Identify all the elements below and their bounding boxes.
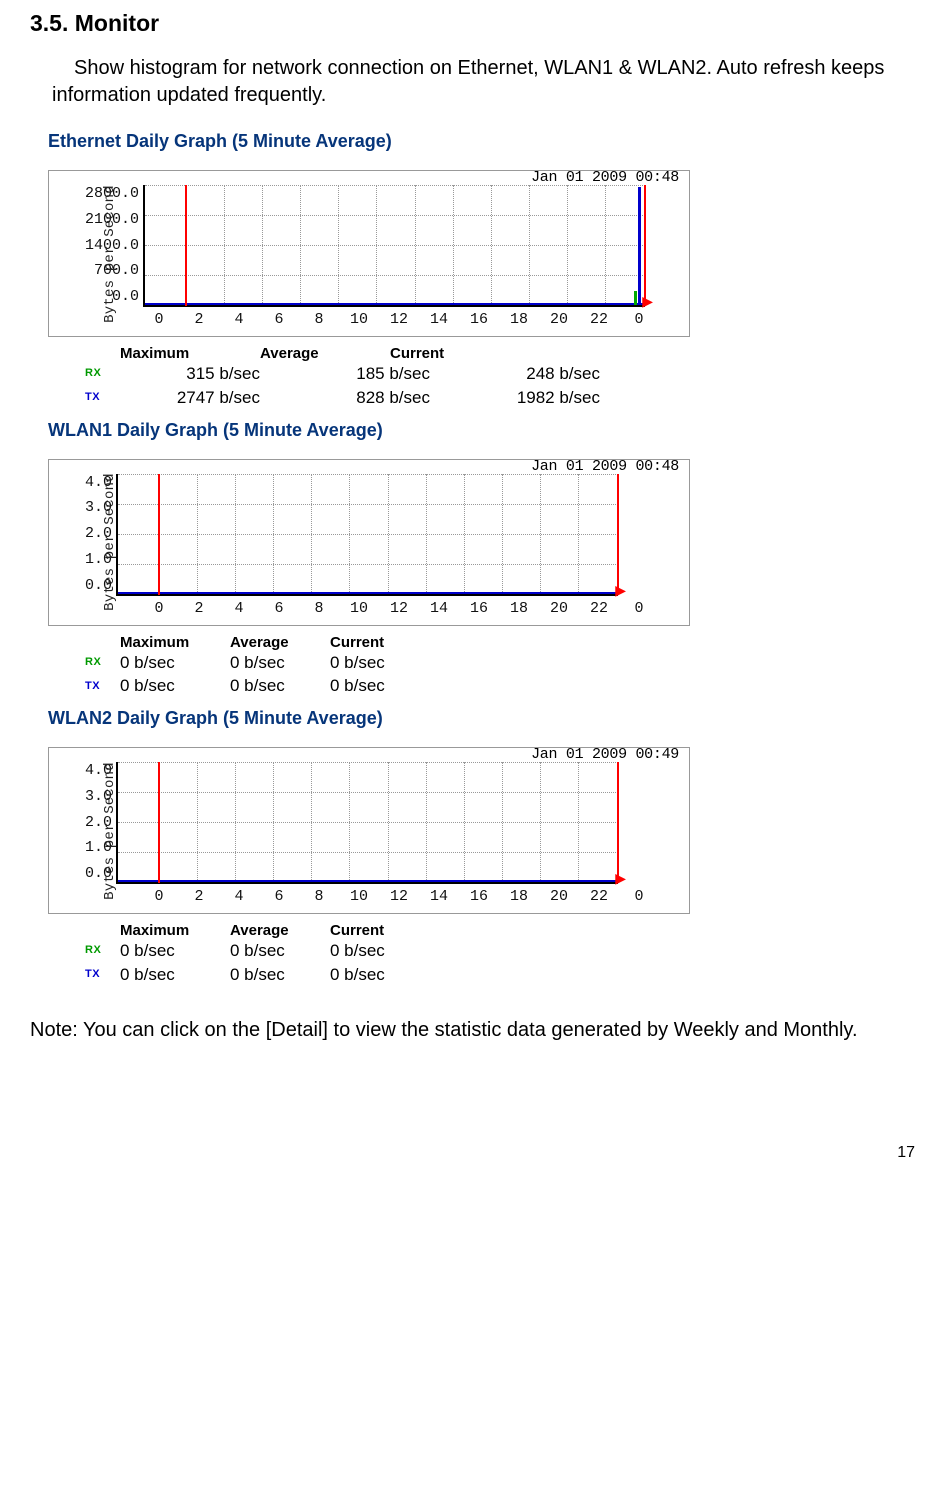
graph-timestamp: Jan 01 2009 00:48 bbox=[531, 169, 679, 186]
rx-cur: 0 b/sec bbox=[330, 939, 430, 963]
stat-header-cur: Current bbox=[330, 922, 430, 939]
stat-header-max: Maximum bbox=[120, 345, 260, 362]
stat-header-cur: Current bbox=[330, 634, 430, 651]
stat-header-cur: Current bbox=[390, 345, 520, 362]
rx-max: 0 b/sec bbox=[120, 939, 230, 963]
tx-label: TX bbox=[85, 967, 120, 982]
tx-max: 0 b/sec bbox=[120, 963, 230, 987]
rx-avg: 0 b/sec bbox=[230, 651, 330, 675]
rx-avg: 0 b/sec bbox=[230, 939, 330, 963]
tx-max: 0 b/sec bbox=[120, 674, 230, 698]
tx-cur: 0 b/sec bbox=[330, 963, 430, 987]
stat-header-avg: Average bbox=[230, 922, 330, 939]
plot-area: ▶ bbox=[116, 474, 618, 596]
wlan2-graph: Bytes per Second Jan 01 2009 00:49 4.03.… bbox=[48, 747, 913, 914]
marker-right bbox=[644, 185, 646, 306]
footnote: Note: You can click on the [Detail] to v… bbox=[30, 1017, 913, 1044]
rx-cur: 0 b/sec bbox=[330, 651, 430, 675]
plot-area: ▶ bbox=[143, 185, 645, 307]
section-title: Monitor bbox=[75, 10, 159, 36]
rx-max: 315 b/sec bbox=[120, 362, 300, 386]
wlan2-graph-title: WLAN2 Daily Graph (5 Minute Average) bbox=[48, 708, 913, 729]
graph-timestamp: Jan 01 2009 00:49 bbox=[531, 746, 679, 763]
rx-label: RX bbox=[85, 366, 120, 381]
wlan1-graph-title: WLAN1 Daily Graph (5 Minute Average) bbox=[48, 420, 913, 441]
ethernet-stats: Maximum Average Current RX 315 b/sec 185… bbox=[85, 345, 913, 410]
rx-spike bbox=[634, 291, 637, 305]
graph-timestamp: Jan 01 2009 00:48 bbox=[531, 458, 679, 475]
rx-label: RX bbox=[85, 943, 120, 958]
page-number: 17 bbox=[897, 1144, 915, 1162]
x-ticks: 02 46 810 1214 1618 2022 0 bbox=[149, 311, 649, 328]
tx-label: TX bbox=[85, 679, 120, 694]
section-heading: 3.5. Monitor bbox=[30, 10, 913, 37]
x-ticks: 02 46 810 1214 1618 2022 0 bbox=[149, 600, 649, 617]
stat-header-avg: Average bbox=[260, 345, 390, 362]
section-number: 3.5. bbox=[30, 10, 68, 36]
marker-left bbox=[185, 185, 187, 306]
tx-avg: 0 b/sec bbox=[230, 674, 330, 698]
stat-header-max: Maximum bbox=[120, 922, 230, 939]
intro-paragraph: Show histogram for network connection on… bbox=[52, 55, 913, 109]
tx-label: TX bbox=[85, 390, 120, 405]
wlan1-stats: Maximum Average Current RX 0 b/sec 0 b/s… bbox=[85, 634, 913, 699]
rx-max: 0 b/sec bbox=[120, 651, 230, 675]
tx-cur: 0 b/sec bbox=[330, 674, 430, 698]
tx-spike bbox=[638, 187, 641, 305]
x-ticks: 02 46 810 1214 1618 2022 0 bbox=[149, 888, 649, 905]
wlan1-graph: Bytes per Second Jan 01 2009 00:48 4.03.… bbox=[48, 459, 913, 626]
arrow-icon: ▶ bbox=[642, 293, 653, 310]
ethernet-graph: Bytes per Second Jan 01 2009 00:48 2800.… bbox=[48, 170, 913, 337]
plot-area: ▶ bbox=[116, 762, 618, 884]
baseline bbox=[145, 303, 645, 305]
rx-cur: 248 b/sec bbox=[470, 362, 640, 386]
tx-avg: 828 b/sec bbox=[300, 386, 470, 410]
arrow-icon: ▶ bbox=[615, 870, 626, 887]
rx-label: RX bbox=[85, 655, 120, 670]
tx-avg: 0 b/sec bbox=[230, 963, 330, 987]
arrow-icon: ▶ bbox=[615, 582, 626, 599]
y-axis-label: Bytes per Second bbox=[102, 185, 118, 323]
tx-cur: 1982 b/sec bbox=[470, 386, 640, 410]
stat-header-avg: Average bbox=[230, 634, 330, 651]
ethernet-graph-title: Ethernet Daily Graph (5 Minute Average) bbox=[48, 131, 913, 152]
rx-avg: 185 b/sec bbox=[300, 362, 470, 386]
wlan2-stats: Maximum Average Current RX 0 b/sec 0 b/s… bbox=[85, 922, 913, 987]
tx-max: 2747 b/sec bbox=[120, 386, 300, 410]
stat-header-max: Maximum bbox=[120, 634, 230, 651]
